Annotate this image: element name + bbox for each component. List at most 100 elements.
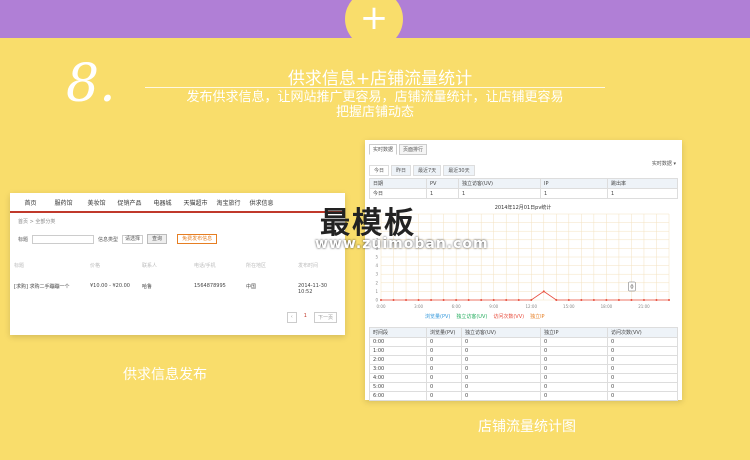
hour-cell: 0: [607, 373, 678, 383]
pagination: ‹ 1 下一页: [286, 312, 337, 323]
tooltip-value: 0: [630, 285, 633, 291]
nav-item[interactable]: 淘宝旅行: [212, 198, 245, 207]
nav-item[interactable]: 美妆馆: [80, 198, 113, 207]
step-number: 8.: [66, 54, 116, 114]
hour-header: 独立访客(UV): [461, 327, 541, 338]
hour-cell: 0: [426, 391, 462, 401]
data-point: [630, 299, 633, 301]
tab-page-rank[interactable]: 页面排行: [399, 144, 428, 155]
hourly-table: 时间段 浏览量(PV) 独立访客(UV) 独立IP 访问次数(VV) 0:00 0…: [369, 327, 678, 401]
day-tabs: 今日 昨日 最近7天 最近30天: [365, 155, 682, 176]
y-tick-label: 5: [375, 255, 378, 260]
y-tick-label: 4: [375, 263, 378, 268]
hour-cell: 5:00: [369, 382, 427, 392]
plus-badge: +: [345, 0, 403, 48]
data-point: [668, 299, 670, 301]
summary-cell: 1: [426, 188, 459, 199]
legend-item[interactable]: 独立IP: [530, 313, 545, 320]
hour-cell: 0: [461, 355, 541, 365]
data-point: [530, 299, 533, 301]
data-point: [480, 299, 483, 301]
hour-header: 独立IP: [540, 327, 608, 338]
tab-yesterday[interactable]: 昨日: [391, 165, 412, 176]
type-select[interactable]: 请选择: [122, 234, 144, 244]
nav-item[interactable]: 服药馆: [47, 198, 80, 207]
row-phone: 1564878995: [194, 283, 226, 289]
summary-cell: 1: [458, 188, 541, 199]
nav-item[interactable]: 促销产品: [113, 198, 146, 207]
table-row: 0:00 0 0 0 0: [369, 337, 678, 347]
summary-header: PV: [426, 178, 459, 189]
data-point: [430, 299, 433, 301]
x-tick-label: 15:00: [563, 304, 575, 309]
data-point: [380, 299, 382, 301]
hour-cell: 3:00: [369, 364, 427, 374]
legend-item[interactable]: 访问次数(VV): [493, 313, 524, 320]
table-row: 6:00 0 0 0 0: [369, 391, 678, 401]
data-point: [542, 290, 545, 293]
data-point: [442, 299, 445, 301]
hour-cell: 0: [540, 364, 608, 374]
tab-7days[interactable]: 最近7天: [413, 165, 442, 176]
y-tick-label: 2: [375, 280, 378, 285]
row-price: ¥10.00 - ¥20.00: [90, 283, 130, 289]
row-contact: 哈鲁: [142, 284, 153, 290]
summary-cell: 今日: [369, 188, 427, 199]
prev-page-button[interactable]: ‹: [286, 312, 297, 323]
data-point: [492, 299, 495, 301]
series-line: [381, 290, 669, 301]
tab-realtime[interactable]: 实时数据: [369, 144, 398, 155]
hour-cell: 0: [426, 382, 462, 392]
table-row: 4:00 0 0 0 0: [369, 373, 678, 383]
type-label: 信息类型: [98, 236, 119, 243]
title-input[interactable]: [32, 234, 95, 244]
hour-cell: 0: [461, 373, 541, 383]
hour-cell: 0: [607, 355, 678, 365]
legend-item[interactable]: 浏览量(PV): [425, 313, 450, 320]
row-title[interactable]: [求购] 求购二手蹦蹦一个: [14, 283, 90, 295]
hour-cell: 6:00: [369, 391, 427, 401]
data-point: [405, 299, 408, 301]
x-tick-label: 6:00: [452, 304, 461, 309]
data-point: [580, 299, 583, 301]
nav-item[interactable]: 首页: [14, 198, 47, 207]
feature-title: 供求信息+店铺流量统计: [287, 69, 473, 89]
col-header: 标题: [14, 263, 25, 269]
supply-caption: 供求信息发布: [123, 367, 207, 383]
feature-subtitle: 发布供求信息，让网站推广更容易，店铺流量统计，让店铺更容易 把握店铺动态: [140, 90, 610, 120]
next-page-button[interactable]: 下一页: [313, 312, 337, 323]
traffic-stats-screenshot: 实时数据 页面排行 实时数据 ▾ 今日 昨日 最近7天 最近30天 日期 PV …: [365, 140, 682, 401]
subtitle-line-2: 把握店铺动态: [335, 105, 414, 120]
nav-item[interactable]: 电器城: [146, 198, 179, 207]
y-tick-label: 0: [375, 298, 378, 303]
nav-item[interactable]: 天猫超市: [179, 198, 212, 207]
data-point: [605, 299, 608, 301]
nav-item[interactable]: 供求信息: [245, 198, 278, 207]
legend-item[interactable]: 独立访客(UV): [456, 313, 487, 320]
publish-button[interactable]: 免费发布信息: [177, 234, 218, 244]
tab-30days[interactable]: 最近30天: [443, 165, 475, 176]
table-row: 1:00 0 0 0 0: [369, 346, 678, 356]
summary-cell: 1: [607, 188, 678, 199]
hour-cell: 0: [426, 346, 462, 356]
hour-header: 时间段: [369, 327, 427, 338]
list-item[interactable]: [求购] 求购二手蹦蹦一个 ¥10.00 - ¥20.00 哈鲁 1564878…: [10, 283, 345, 295]
hour-cell: 0: [607, 364, 678, 374]
data-point: [567, 299, 570, 301]
plus-icon: +: [359, 0, 389, 38]
row-time: 2014-11-30 10:52: [298, 283, 328, 295]
table-row: 5:00 0 0 0 0: [369, 382, 678, 392]
hour-cell: 0: [461, 391, 541, 401]
data-point: [655, 299, 658, 301]
subtitle-line-1: 发布供求信息，让网站推广更容易，店铺流量统计，让店铺更容易: [186, 90, 564, 105]
data-select[interactable]: 实时数据 ▾: [652, 160, 676, 167]
summary-table: 日期 PV 独立访客(UV) IP 跳出率 今日 1 1 1 1: [369, 178, 678, 199]
current-page[interactable]: 1: [301, 312, 310, 323]
data-point: [467, 299, 470, 301]
search-button[interactable]: 查询: [147, 234, 168, 244]
hour-cell: 0: [540, 373, 608, 383]
col-header: 电话/手机: [194, 263, 216, 269]
chart-title: 2014年12月01日pv统计: [495, 204, 552, 211]
tab-today[interactable]: 今日: [369, 165, 390, 176]
breadcrumb: 首页 > 全部分类: [18, 219, 56, 225]
